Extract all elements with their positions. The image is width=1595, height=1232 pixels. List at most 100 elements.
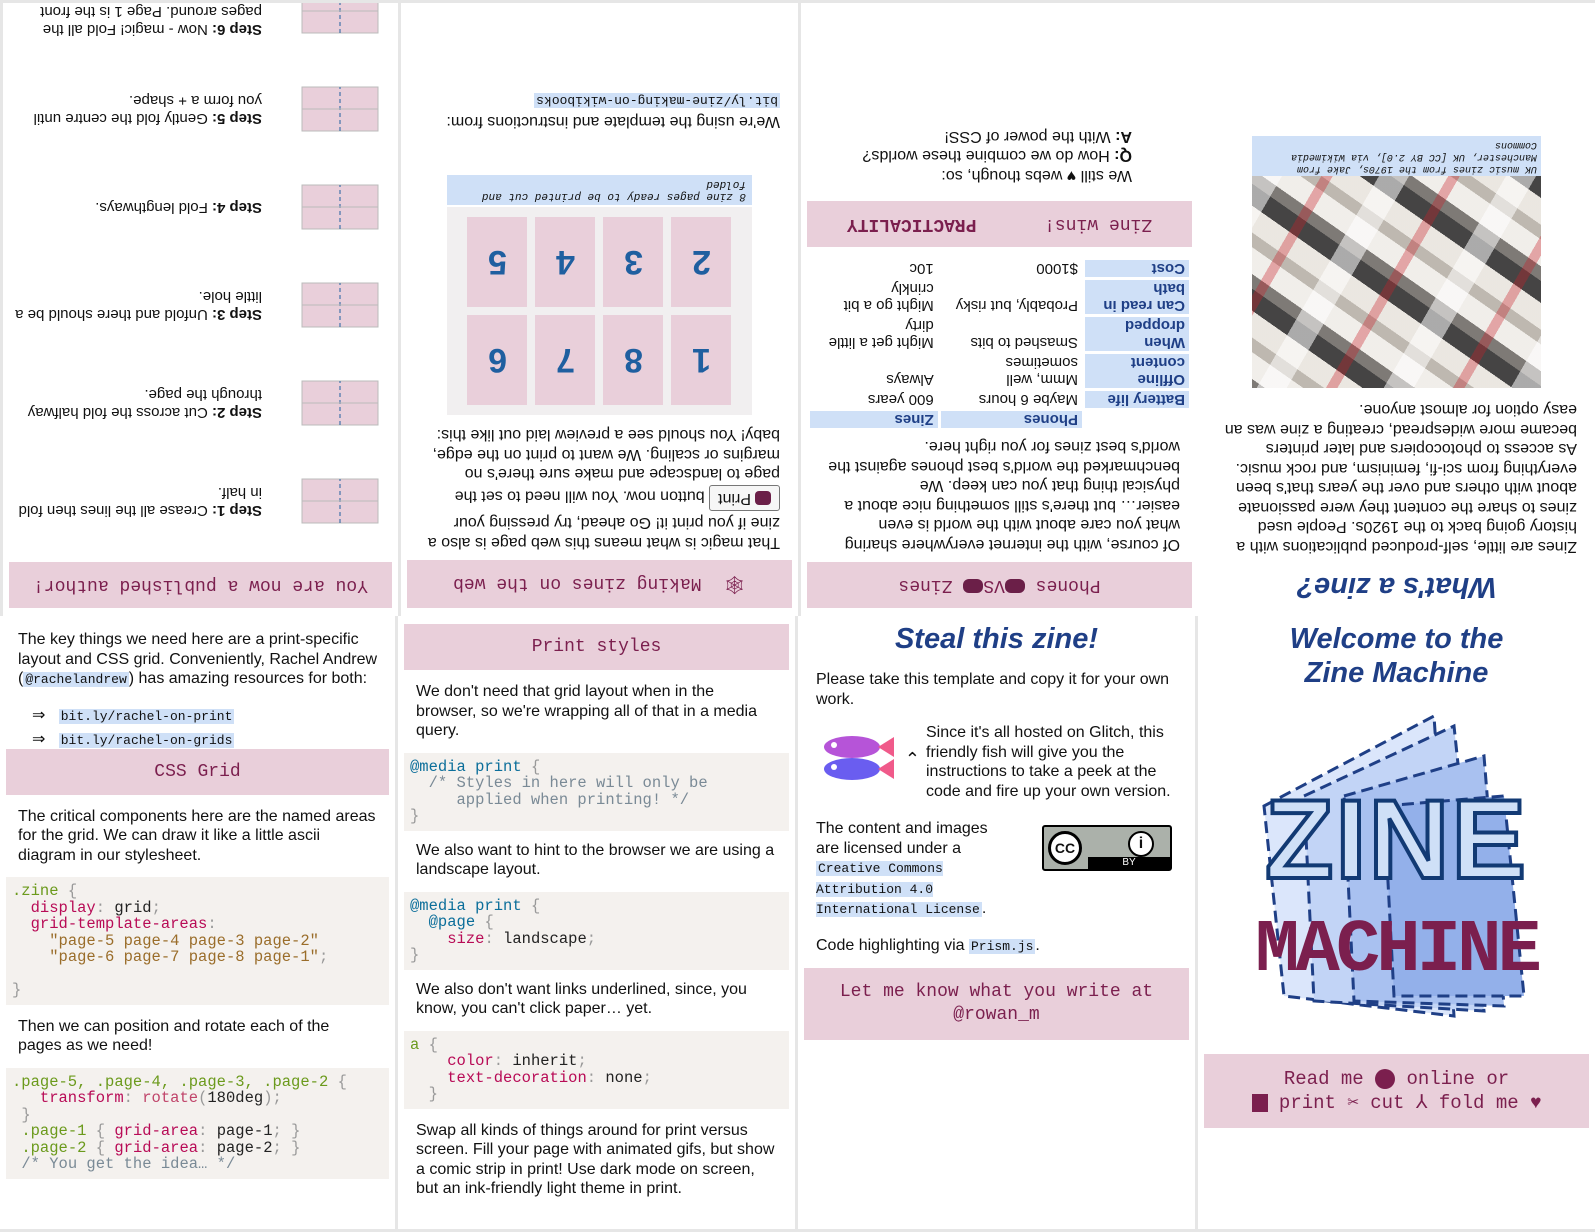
comparison-header-cell: Zines <box>810 411 938 428</box>
read-me-text: Read me <box>1283 1068 1364 1090</box>
phones-label: Phones <box>1035 575 1101 595</box>
preview-page-number: 2 <box>671 217 732 307</box>
prism-link[interactable]: Prism.js <box>969 938 1036 954</box>
zine-wins-text: Zine wins! <box>1044 214 1153 234</box>
print-text: print <box>1278 1092 1336 1114</box>
comparison-cell: Always <box>886 371 934 388</box>
comparison-cell: Might go a bit crinkly <box>843 280 934 314</box>
cc-icon: CC <box>1048 831 1082 865</box>
write-at-text: Let me know what you write at <box>839 982 1154 1002</box>
grid-caption: 8 zine pages ready to be printed cut and… <box>447 175 752 205</box>
preview-page-number: 3 <box>603 217 664 307</box>
phones-vs-zines-banner: Phones VS Zines <box>807 562 1192 608</box>
logo-machine-word: MACHINE <box>1255 909 1542 993</box>
heart-icon: ♥ <box>1530 1092 1542 1114</box>
preview-page-number: 6 <box>467 315 528 405</box>
a-text: With the power of CSS! <box>944 128 1111 145</box>
fold-step-illustration <box>292 363 392 443</box>
webs-text: webs though, so: <box>941 167 1063 184</box>
glitch-block: ⌃ Since it's all hosted on Glitch, this … <box>804 723 1189 801</box>
page-6-print-styles: Print styles We don't need that grid lay… <box>398 616 798 1232</box>
step-description: Fold lengthways. <box>95 199 208 216</box>
fold-step: Step 2: Cut across the fold halfway thro… <box>9 354 392 452</box>
preview-page-number: 4 <box>535 217 596 307</box>
grid-preview-pages: 1876 2345 <box>457 217 742 405</box>
still-love-webs: We still ♥ webs though, so: <box>819 166 1132 186</box>
whats-a-zine-title: What's a zine? <box>1296 571 1497 603</box>
page-4-folding-steps: You are now a published author! Step 1: … <box>0 0 398 616</box>
comparison-row-label: When dropped <box>1085 317 1189 351</box>
zine-icon <box>963 578 984 593</box>
print-styles-banner: Print styles <box>404 624 789 670</box>
fold-step-illustration <box>292 0 392 51</box>
rachel-on-print-link[interactable]: bit.ly/rachel-on-print <box>58 708 235 724</box>
critical-components-text: The critical components here are the nam… <box>18 807 376 864</box>
preview-page-number: 1 <box>671 315 732 405</box>
glitch-fish-icon[interactable]: ⌃ <box>814 729 920 789</box>
phones-vs-zines-intro: Of course, with the internet everywhere … <box>828 438 1180 554</box>
license-end: . <box>981 900 987 917</box>
resource-links: ⇒ bit.ly/rachel-on-print ⇒ bit.ly/rachel… <box>6 690 389 752</box>
whats-a-zine-body: Zines are little, self-produced publicat… <box>1224 401 1577 556</box>
making-zines-banner: 🕸 Making zines on the web <box>407 560 792 608</box>
css-grid-banner: CSS Grid <box>6 748 389 795</box>
footer-line-1: Read me online or <box>1210 1067 1583 1091</box>
grid-preview: 1876 2345 <box>447 207 752 415</box>
fold-step: Step 6: Now - magic! Fold all the pages … <box>9 0 392 60</box>
question: Q: How do we combine these worlds? <box>819 146 1132 166</box>
heart-icon: ♥ <box>1066 167 1077 184</box>
print-button-label: Print <box>718 490 751 507</box>
comparison-row: Cost $1000 10c <box>810 260 1189 277</box>
fold-step-illustration <box>292 265 392 345</box>
preview-page-number: 7 <box>535 315 596 405</box>
cut-text: cut <box>1370 1092 1405 1114</box>
license-intro: The content and images are licensed unde… <box>816 820 988 857</box>
music-zines-photo <box>1252 176 1541 388</box>
comparison-cell: Might get a little dirty <box>828 317 934 351</box>
grid-code-block: .zine { display: grid; grid-template-are… <box>6 877 389 1005</box>
web-icon: 🕸 <box>723 573 746 593</box>
chevron-up-icon: ⌃ <box>904 749 920 769</box>
rowan-handle[interactable]: @rowan_m <box>810 1004 1183 1027</box>
comparison-cell: Maybe 6 hours <box>978 391 1078 408</box>
print-button[interactable]: Print <box>709 485 780 511</box>
step-label: Step 3: <box>211 306 262 323</box>
footer-line-2: print ✂ cut ⅄ fold me ♥ <box>1210 1091 1583 1115</box>
rachelandrew-handle[interactable]: @rachelandrew <box>23 672 129 687</box>
magic-text-1: That magic is what means this web page i… <box>427 514 780 552</box>
wikibooks-link[interactable]: bit.ly/zine-making-on-wikibooks <box>534 93 780 109</box>
page-5-css-grid: The key things we need here are a print-… <box>0 616 398 1232</box>
zine-wins-banner: Zine wins! PRACTICALITY <box>807 201 1192 247</box>
arrow-icon: ⇒ <box>32 706 46 724</box>
q-text: How do we combine these worlds? <box>862 147 1110 165</box>
online-or-text: online or <box>1406 1068 1510 1090</box>
page-7-steal-this-zine: Steal this zine! Please take this templa… <box>798 616 1198 1232</box>
fold-step: Step 5: Gently fold the centre until you… <box>9 60 392 158</box>
grid-layout-text: We don't need that grid layout when in t… <box>416 683 758 739</box>
fold-step: Step 1: Crease all the lines then fold i… <box>9 452 392 550</box>
highlighting-text: Code highlighting via Prism.js. <box>804 936 1189 957</box>
print-icon <box>755 491 771 506</box>
fold-step-illustration <box>292 461 392 541</box>
links-underline-text: We also don't want links underlined, sin… <box>416 980 747 1018</box>
rachel-on-grids-link[interactable]: bit.ly/rachel-on-grids <box>58 732 235 748</box>
cover-footer-banner: Read me online or print ✂ cut ⅄ fold me … <box>1204 1054 1589 1128</box>
logo-zine-word: ZINE <box>1263 777 1529 902</box>
qa-block: We still ♥ webs though, so: Q: How do we… <box>807 127 1192 186</box>
arrow-icon: ⇒ <box>32 730 46 748</box>
comparison-header-cell <box>1085 411 1189 428</box>
a-label: A: <box>1115 128 1132 145</box>
license-block: The content and images are licensed unde… <box>804 819 1189 920</box>
comparison-row: When dropped Smashed to bits Might get a l… <box>810 317 1189 351</box>
cc-by-badge[interactable]: CC i BY <box>1042 825 1172 871</box>
attribution-icon: i <box>1128 831 1154 857</box>
key-things-text-b: ) has amazing resources for both: <box>128 670 368 687</box>
photo-caption: UK music zines from the 1970s, Jake from… <box>1252 136 1541 176</box>
license-text: The content and images are licensed unde… <box>804 819 1024 920</box>
cc-license-link[interactable]: Creative Commons Attribution 4.0 Interna… <box>816 861 982 917</box>
template-source: We're using the template and instruction… <box>407 91 792 131</box>
vs-label: VS <box>983 575 1005 595</box>
comparison-header-row: Phones Zines <box>810 411 1189 428</box>
comparison-cell: Mmm, well sometimes <box>1005 354 1078 388</box>
step-label: Step 5: <box>211 110 262 127</box>
